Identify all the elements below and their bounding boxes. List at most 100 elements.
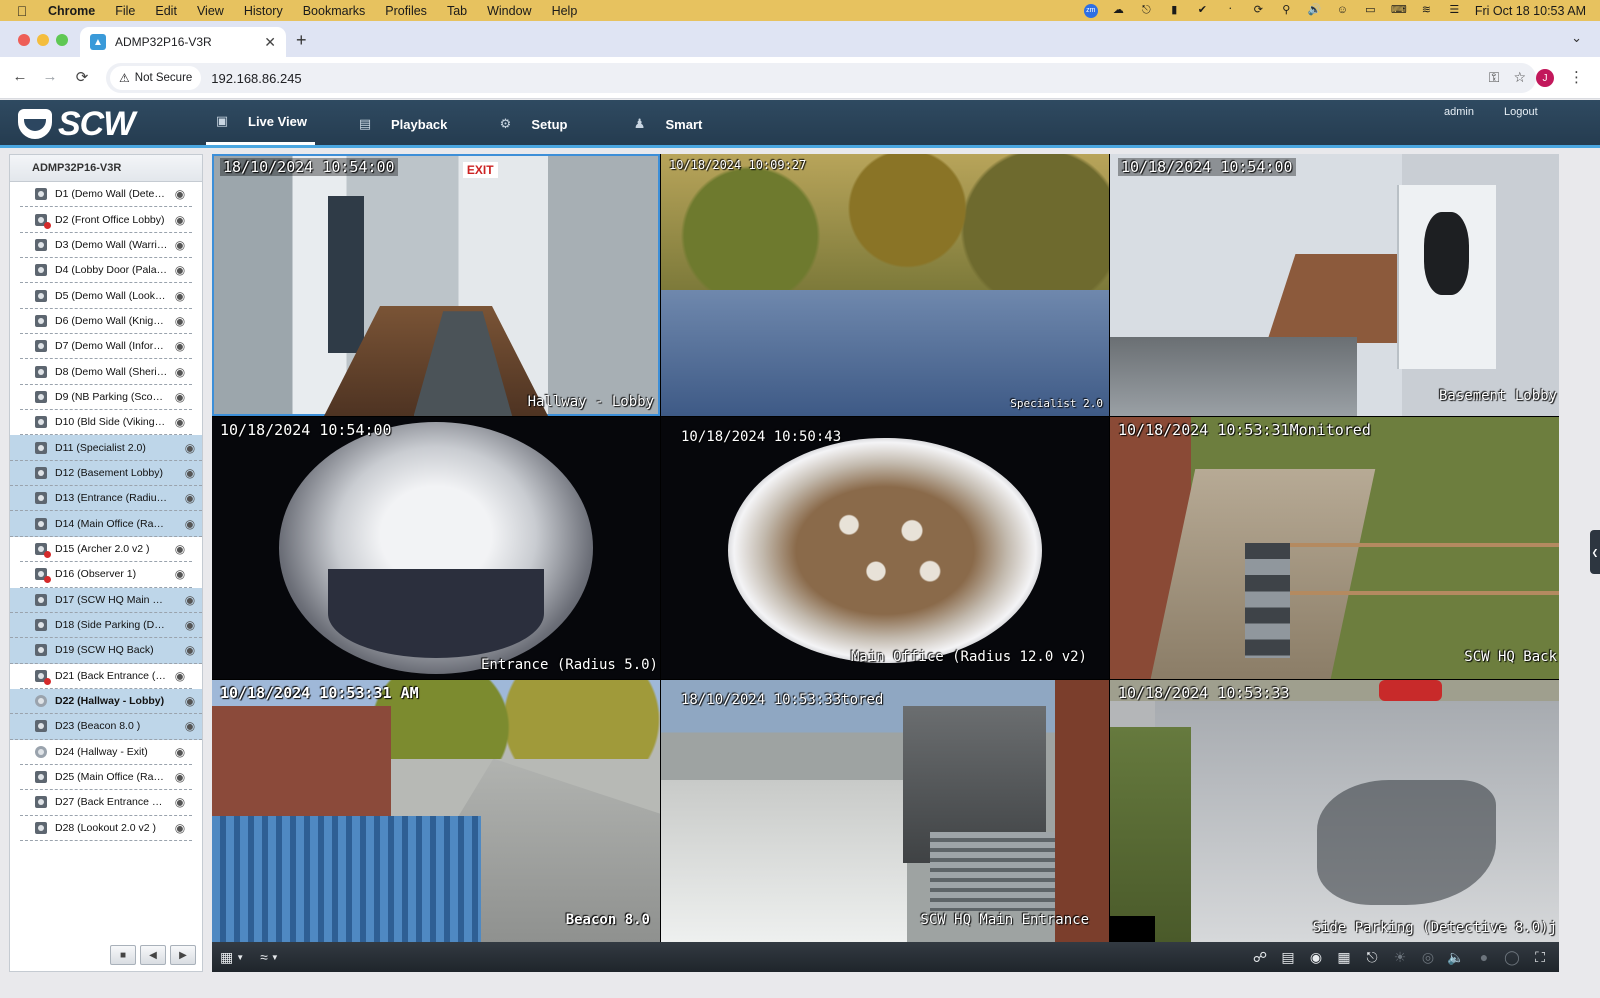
video-tile-scw-hq-main-entrance[interactable]: 18/10/2024 10:53:33tored SCW HQ Main Ent…: [661, 680, 1109, 942]
camera-item-d17[interactable]: D17 (SCW HQ Main … ◉: [10, 587, 202, 613]
speaker-volume-icon[interactable]: 🔈: [1447, 948, 1465, 966]
menu-view[interactable]: View: [187, 4, 234, 18]
menu-edit[interactable]: Edit: [145, 4, 187, 18]
camera-item-d27[interactable]: D27 (Back Entrance … ◉: [20, 790, 192, 816]
camera-item-d19[interactable]: D19 (SCW HQ Back) ◉: [10, 638, 202, 664]
record-icon[interactable]: ◉: [182, 694, 198, 708]
record-icon[interactable]: ◉: [172, 339, 188, 353]
user-icon[interactable]: ☺: [1335, 4, 1350, 17]
camera-item-d10[interactable]: D10 (Bld Side (Viking … ◉: [20, 410, 192, 436]
bluetooth-icon[interactable]: ᛫: [1223, 4, 1238, 17]
record-icon[interactable]: ◉: [172, 542, 188, 556]
tab-search-chevron-icon[interactable]: ⌄: [1571, 30, 1582, 46]
record-icon[interactable]: ◉: [182, 441, 198, 455]
stream-type-button[interactable]: ≈ ▼: [252, 942, 287, 972]
vr-view-icon[interactable]: ▤: [1279, 948, 1297, 966]
menu-history[interactable]: History: [234, 4, 293, 18]
address-bar[interactable]: ⚠ Not Secure 192.168.86.245 ⚿ ☆: [106, 63, 1536, 93]
record-icon[interactable]: ◉: [172, 263, 188, 277]
menu-help[interactable]: Help: [542, 4, 588, 18]
check-icon[interactable]: ✔: [1195, 4, 1210, 17]
video-tile-side-parking[interactable]: 10/18/2024 10:53:33 Side Parking (Detect…: [1110, 680, 1559, 942]
record-icon[interactable]: ◉: [182, 517, 198, 531]
record-icon[interactable]: ◉: [172, 238, 188, 252]
camera-item-d28[interactable]: D28 (Lookout 2.0 v2 ) ◉: [20, 816, 192, 841]
camera-item-d2[interactable]: D2 (Front Office Lobby) ◉: [20, 207, 192, 233]
collapse-panel-tab[interactable]: ❮: [1590, 530, 1600, 574]
cloud-icon[interactable]: ☁: [1111, 4, 1126, 17]
record-icon[interactable]: ◉: [172, 415, 188, 429]
apple-icon[interactable]: : [0, 3, 44, 19]
camera-item-d8[interactable]: D8 (Demo Wall (Sheri… ◉: [20, 359, 192, 385]
device-title[interactable]: ADMP32P16-V3R: [10, 155, 202, 182]
video-tile-basement-lobby[interactable]: 10/18/2024 10:54:00 Basement Lobby: [1110, 154, 1559, 416]
search-icon[interactable]: ⚲: [1279, 4, 1294, 17]
record-icon[interactable]: ◉: [182, 593, 198, 607]
nav-smart[interactable]: ♟ Smart: [610, 100, 711, 148]
audio-off-icon[interactable]: ◯: [1503, 948, 1521, 966]
record-icon[interactable]: ◉: [182, 643, 198, 657]
time-machine-icon[interactable]: ⟳: [1251, 4, 1266, 17]
nav-setup[interactable]: ⚙ Setup: [489, 100, 575, 148]
admin-user-link[interactable]: admin: [1444, 106, 1474, 118]
camera-item-d15[interactable]: D15 (Archer 2.0 v2 ) ◉: [20, 537, 192, 563]
headphones-icon[interactable]: ⎋: [1139, 4, 1154, 17]
record-icon[interactable]: ◉: [172, 187, 188, 201]
video-tile-entrance[interactable]: 10/18/2024 10:54:00 Entrance (Radius 5.0…: [212, 417, 660, 679]
fullscreen-icon[interactable]: ⛶: [1531, 948, 1549, 966]
window-minimize-button[interactable]: [37, 34, 49, 46]
record-icon[interactable]: ◉: [172, 567, 188, 581]
audio-bars-icon[interactable]: ▮: [1167, 4, 1182, 17]
video-tile-hallway-lobby[interactable]: EXIT 18/10/2024 10:54:00 Hallway - Lobby: [212, 154, 660, 416]
video-tile-specialist[interactable]: 10/18/2024 10:09:27 Specialist 2.0: [661, 154, 1109, 416]
record-icon[interactable]: ◉: [172, 213, 188, 227]
password-key-icon[interactable]: ⚿: [1489, 69, 1500, 86]
previous-page-button[interactable]: ◀: [140, 945, 166, 965]
camera-item-d11[interactable]: D11 (Specialist 2.0) ◉: [10, 435, 202, 461]
next-page-button[interactable]: ▶: [170, 945, 196, 965]
reload-icon[interactable]: ⟳: [72, 68, 92, 86]
url-text[interactable]: 192.168.86.245: [211, 71, 301, 86]
camera-item-d14[interactable]: D14 (Main Office (Ra… ◉: [10, 511, 202, 537]
menu-app-chrome[interactable]: Chrome: [44, 4, 105, 18]
record-icon[interactable]: ◉: [172, 365, 188, 379]
record-icon[interactable]: ◉: [172, 770, 188, 784]
record-icon[interactable]: ◉: [182, 719, 198, 733]
new-tab-icon[interactable]: +: [296, 30, 307, 51]
record-icon[interactable]: ◉: [172, 821, 188, 835]
close-tab-icon[interactable]: ✕: [264, 34, 276, 51]
video-tile-main-office[interactable]: 10/18/2024 10:50:43 Main Office (Radius …: [661, 417, 1109, 679]
forward-arrow-icon[interactable]: →: [40, 68, 60, 85]
camera-item-d3[interactable]: D3 (Demo Wall (Warri… ◉: [20, 233, 192, 259]
camera-item-d1[interactable]: D1 (Demo Wall (Dete… ◉: [20, 182, 192, 208]
record-icon[interactable]: ◉: [182, 466, 198, 480]
menu-clock[interactable]: Fri Oct 18 10:53 AM: [1475, 4, 1586, 18]
record-icon[interactable]: ◉: [172, 390, 188, 404]
security-chip[interactable]: ⚠ Not Secure: [110, 66, 202, 90]
camera-item-d9[interactable]: D9 (NB Parking (Sco… ◉: [20, 385, 192, 411]
window-close-button[interactable]: [18, 34, 30, 46]
control-center-icon[interactable]: ☰: [1447, 4, 1462, 17]
camera-item-d16[interactable]: D16 (Observer 1) ◉: [20, 562, 192, 588]
keyboard-icon[interactable]: ⌨: [1391, 4, 1407, 17]
record-icon[interactable]: ◉: [172, 314, 188, 328]
record-icon[interactable]: ◉: [172, 669, 188, 683]
camera-item-d25[interactable]: D25 (Main Office (Ra… ◉: [20, 765, 192, 791]
volume-icon[interactable]: 🔊: [1307, 4, 1322, 17]
menu-tab[interactable]: Tab: [437, 4, 477, 18]
browser-tab[interactable]: ▲ ADMP32P16-V3R ✕: [80, 27, 286, 57]
record-icon[interactable]: ◉: [172, 289, 188, 303]
camera-item-d13[interactable]: D13 (Entrance (Radiu… ◉: [10, 486, 202, 512]
camera-item-d12[interactable]: D12 (Basement Lobby) ◉: [10, 460, 202, 487]
camera-item-d18[interactable]: D18 (Side Parking (D… ◉: [10, 612, 202, 639]
record-icon[interactable]: ◉: [172, 745, 188, 759]
headset-talk-icon[interactable]: ⎋: [1363, 948, 1381, 966]
menu-window[interactable]: Window: [477, 4, 541, 18]
profile-avatar[interactable]: J: [1536, 69, 1554, 87]
camera-item-d22[interactable]: D22 (Hallway - Lobby) ◉: [10, 688, 202, 715]
wifi-icon[interactable]: ≋: [1419, 4, 1434, 17]
camera-item-d6[interactable]: D6 (Demo Wall (Knig… ◉: [20, 309, 192, 335]
menu-bookmarks[interactable]: Bookmarks: [293, 4, 376, 18]
record-icon[interactable]: ◉: [172, 795, 188, 809]
camera-item-d23[interactable]: D23 (Beacon 8.0 ) ◉: [10, 714, 202, 740]
